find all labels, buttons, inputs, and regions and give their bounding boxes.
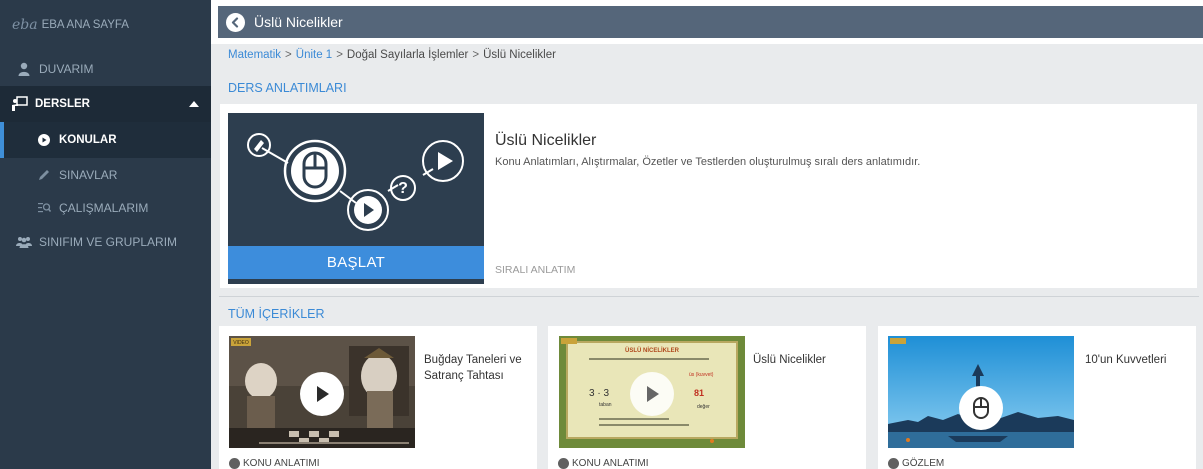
breadcrumb: Matematik > Ünite 1 > Doğal Sayılarla İşleml… <box>228 49 556 61</box>
eba-logo: eba <box>12 17 38 33</box>
video-badge: VIDEO <box>233 340 249 346</box>
content-thumbnail[interactable] <box>888 336 1074 448</box>
breadcrumb-link-unite[interactable]: Ünite 1 <box>296 49 332 61</box>
sidebar-item-eba-home[interactable]: eba EBA ANA SAYFA <box>12 17 223 33</box>
course-card: ? BAŞLAT Üslü Nicelikler Konu Anlatımlar… <box>220 104 1197 288</box>
sidebar-item-dersler[interactable]: DERSLER <box>0 86 211 122</box>
content-type-label: KONU ANLATIMI <box>572 458 649 469</box>
content-type: GÖZLEM <box>888 458 944 469</box>
breadcrumb-separator: > <box>336 49 343 61</box>
section-divider <box>219 296 1199 297</box>
back-button[interactable] <box>226 12 245 32</box>
type-dot-icon <box>558 458 569 469</box>
play-button[interactable] <box>630 372 674 416</box>
sidebar-item-label: DERSLER <box>35 98 90 110</box>
sidebar-item-label: SINAVLAR <box>59 168 118 182</box>
content-card[interactable]: VIDEO Buğday Taneleri ve Satranç Tahtası… <box>219 326 537 469</box>
sidebar-item-label: DUVARIM <box>39 62 94 76</box>
sidebar-item-konular[interactable]: KONULAR <box>0 122 211 158</box>
board-value-label: değer <box>697 404 710 410</box>
section-heading-lessons: DERS ANLATIMLARI <box>228 81 347 95</box>
type-dot-icon <box>888 458 899 469</box>
svg-text:?: ? <box>398 180 408 197</box>
course-type-label: SIRALI ANLATIM <box>495 264 576 276</box>
board-title: ÜSLÜ NİCELİKLER <box>625 347 680 354</box>
group-icon <box>16 234 32 250</box>
sidebar-item-label: KONULAR <box>59 134 117 146</box>
sidebar-item-calismalarim[interactable]: ÇALIŞMALARIM <box>0 198 211 218</box>
user-icon <box>16 61 32 77</box>
section-heading-all-contents: TÜM İÇERİKLER <box>228 307 325 321</box>
play-button[interactable] <box>300 372 344 416</box>
content-type: KONU ANLATIMI <box>558 458 649 469</box>
interactive-button[interactable] <box>959 386 1003 430</box>
board-base-label: taban <box>599 402 612 408</box>
breadcrumb-separator: > <box>472 49 480 61</box>
breadcrumb-link-matematik[interactable]: Matematik <box>228 49 281 61</box>
board-exponent-label: üs (kuvvet) <box>689 372 714 378</box>
breadcrumb-separator: > <box>285 49 292 61</box>
course-description: Konu Anlatımları, Alıştırmalar, Özetler … <box>495 156 921 168</box>
content-type-label: GÖZLEM <box>902 458 945 469</box>
caret-up-icon <box>189 101 199 107</box>
content-title[interactable]: 10'un Kuvvetleri <box>1085 352 1195 368</box>
svg-text:81: 81 <box>694 388 704 398</box>
course-title[interactable]: Üslü Nicelikler <box>495 132 596 150</box>
teacher-board-icon <box>12 96 28 112</box>
content-title[interactable]: Üslü Nicelikler <box>753 352 863 368</box>
page-title: Üslü Nicelikler <box>254 14 343 30</box>
content-card[interactable]: 10'un Kuvvetleri GÖZLEM <box>878 326 1196 469</box>
sidebar-item-sinifim[interactable]: SINIFIM VE GRUPLARIM <box>0 232 211 252</box>
play-icon <box>647 386 659 402</box>
sidebar: eba EBA ANA SAYFA DUVARIM DERSLER KONULA… <box>0 0 211 469</box>
play-circle-icon <box>36 132 52 148</box>
type-dot-icon <box>229 458 240 469</box>
board-expression: 3 · 3 <box>589 388 609 399</box>
sidebar-item-label: SINIFIM VE GRUPLARIM <box>39 235 178 249</box>
search-list-icon <box>36 200 52 216</box>
content-type-label: KONU ANLATIMI <box>243 458 320 469</box>
content-card[interactable]: ÜSLÜ NİCELİKLER 3 · 3 üs (kuvvet) 81 değ… <box>548 326 866 469</box>
content-type: KONU ANLATIMI <box>229 458 320 469</box>
pencil-icon <box>36 167 52 183</box>
sidebar-item-label: ÇALIŞMALARIM <box>59 201 149 215</box>
breadcrumb-item-dogal-sayilar: Doğal Sayılarla İşlemler <box>346 49 469 61</box>
play-icon <box>317 386 329 402</box>
sidebar-item-label: EBA ANA SAYFA <box>41 19 129 31</box>
content-title[interactable]: Buğday Taneleri ve Satranç Tahtası <box>424 352 534 384</box>
page-header: Üslü Nicelikler <box>218 6 1203 38</box>
breadcrumb-current: Üslü Nicelikler <box>483 49 556 61</box>
sidebar-item-duvarim[interactable]: DUVARIM <box>0 59 211 79</box>
start-button[interactable]: BAŞLAT <box>228 246 484 279</box>
mouse-icon <box>973 397 989 419</box>
content-thumbnail[interactable]: VIDEO <box>229 336 415 448</box>
content-thumbnail[interactable]: ÜSLÜ NİCELİKLER 3 · 3 üs (kuvvet) 81 değ… <box>559 336 745 448</box>
sidebar-item-sinavlar[interactable]: SINAVLAR <box>0 165 211 185</box>
chevron-left-icon <box>231 16 239 28</box>
